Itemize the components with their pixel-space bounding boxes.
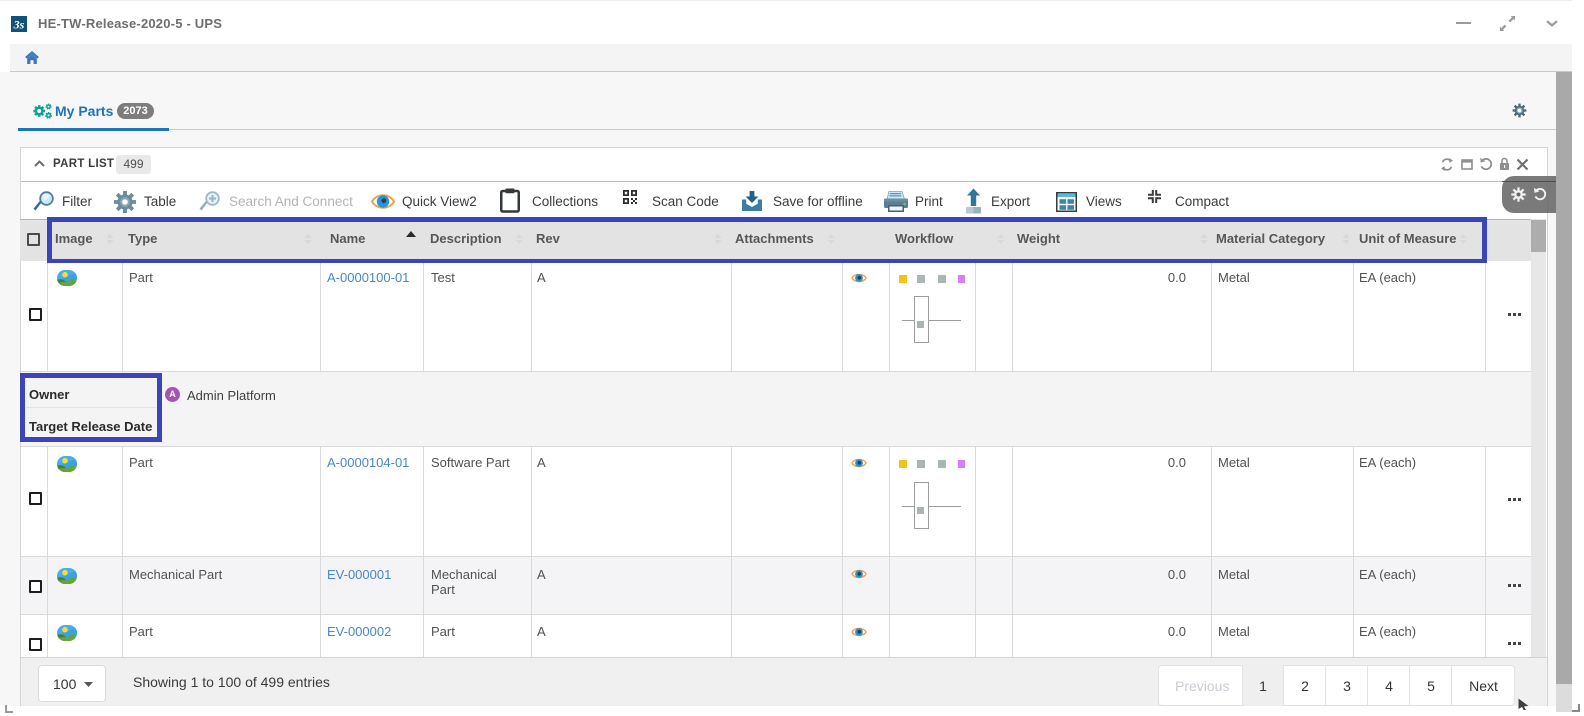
svg-text:3s: 3s xyxy=(13,18,25,32)
